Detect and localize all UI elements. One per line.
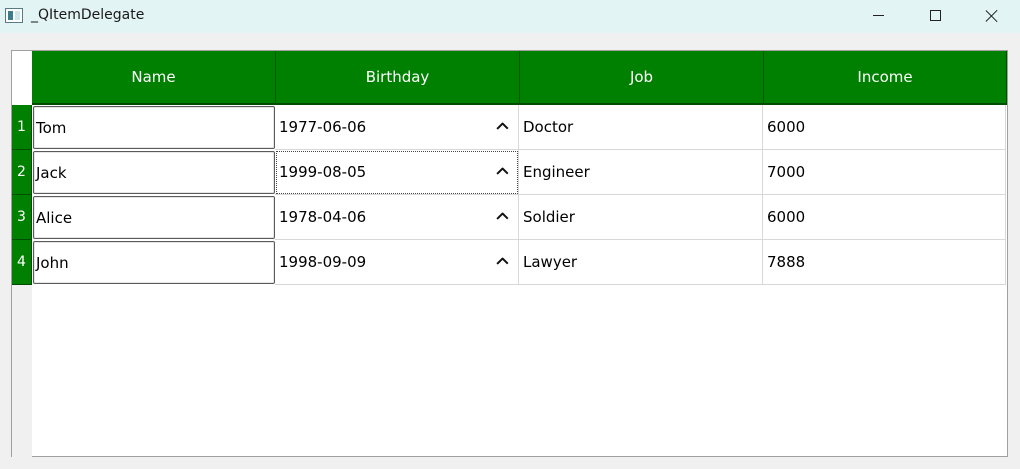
- job-cell[interactable]: Engineer: [519, 150, 763, 195]
- column-header-name[interactable]: Name: [32, 51, 276, 105]
- column-header: Name Birthday Job Income: [32, 51, 1007, 105]
- birthday-value: 1999-08-05: [279, 163, 367, 181]
- job-cell[interactable]: Doctor: [519, 105, 763, 150]
- job-cell[interactable]: Soldier: [519, 195, 763, 240]
- name-editor[interactable]: Jack: [33, 151, 275, 194]
- app-icon: [5, 8, 23, 23]
- chevron-up-icon[interactable]: [496, 164, 508, 176]
- column-header-job[interactable]: Job: [520, 51, 764, 105]
- table-row: John 1998-09-09 Lawyer 7888: [32, 240, 1007, 285]
- income-cell[interactable]: 7888: [763, 240, 1006, 285]
- row-header: 1 2 3 4: [12, 105, 32, 285]
- birthday-cell[interactable]: 1978-04-06: [275, 195, 519, 240]
- birthday-cell[interactable]: 1999-08-05: [275, 150, 519, 195]
- data-table: Name Birthday Job Income 1 2 3 4 Tom 197…: [11, 50, 1008, 457]
- table-row: Tom 1977-06-06 Doctor 6000: [32, 105, 1007, 150]
- title-bar: _QItemDelegate: [0, 0, 1020, 33]
- chevron-up-icon[interactable]: [496, 209, 508, 221]
- minimize-button[interactable]: [849, 0, 907, 33]
- close-button[interactable]: [963, 0, 1020, 33]
- column-header-birthday[interactable]: Birthday: [276, 51, 520, 105]
- close-icon: [985, 9, 999, 23]
- birthday-value: 1977-06-06: [279, 118, 367, 136]
- row-header-2[interactable]: 2: [12, 150, 32, 195]
- maximize-button[interactable]: [906, 0, 964, 33]
- row-header-1[interactable]: 1: [12, 105, 32, 150]
- maximize-icon: [929, 10, 941, 21]
- income-cell[interactable]: 6000: [763, 195, 1006, 240]
- birthday-value: 1978-04-06: [279, 208, 367, 226]
- table-row: Jack 1999-08-05 Engineer 7000: [32, 150, 1007, 195]
- table-body: Tom 1977-06-06 Doctor 6000 Jack 1999-08-…: [32, 105, 1007, 285]
- row-header-3[interactable]: 3: [12, 195, 32, 240]
- birthday-value: 1998-09-09: [279, 253, 367, 271]
- income-cell[interactable]: 7000: [763, 150, 1006, 195]
- window-title: _QItemDelegate: [31, 7, 145, 23]
- row-header-4[interactable]: 4: [12, 240, 32, 285]
- minimize-icon: [872, 15, 884, 16]
- table-row: Alice 1978-04-06 Soldier 6000: [32, 195, 1007, 240]
- income-cell[interactable]: 6000: [763, 105, 1006, 150]
- birthday-cell[interactable]: 1977-06-06: [275, 105, 519, 150]
- name-editor[interactable]: John: [33, 241, 275, 284]
- job-cell[interactable]: Lawyer: [519, 240, 763, 285]
- birthday-cell[interactable]: 1998-09-09: [275, 240, 519, 285]
- chevron-up-icon[interactable]: [496, 254, 508, 266]
- column-header-income[interactable]: Income: [764, 51, 1007, 105]
- table-corner-button[interactable]: [12, 51, 32, 105]
- chevron-up-icon[interactable]: [496, 119, 508, 131]
- row-header-empty: [12, 285, 32, 457]
- name-editor[interactable]: Alice: [33, 196, 275, 239]
- name-editor[interactable]: Tom: [33, 106, 275, 149]
